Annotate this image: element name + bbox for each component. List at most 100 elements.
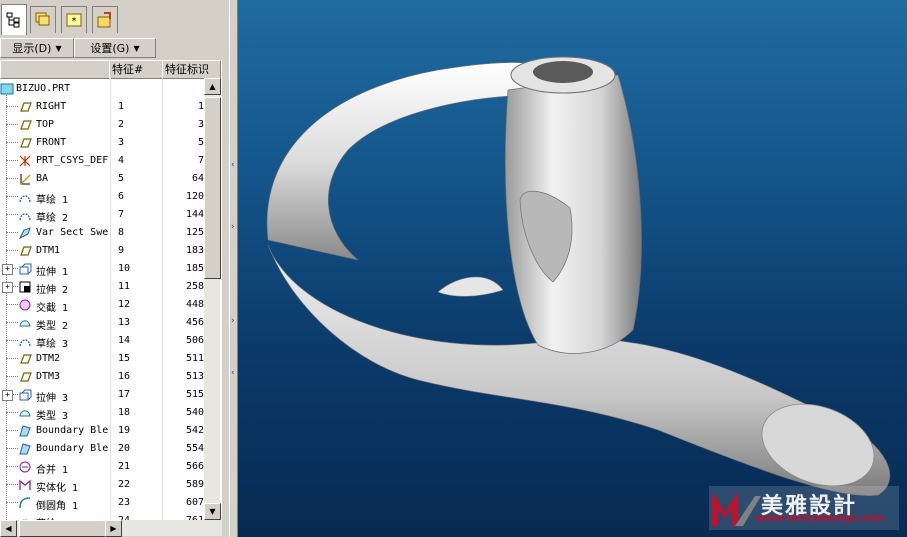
tree-connector	[6, 214, 18, 215]
graphics-viewport[interactable]	[238, 0, 907, 537]
feature-number: 1	[118, 101, 125, 112]
tree-row[interactable]: Boundary Ble 19 542	[0, 422, 222, 440]
extrude-solid-icon	[18, 280, 32, 294]
tab-layers[interactable]	[30, 6, 56, 33]
boundary-blend-icon	[19, 425, 31, 437]
feature-name: DTM1	[36, 245, 61, 256]
feature-name: PRT_CSYS_DEF	[36, 155, 108, 166]
expand-icon[interactable]: +	[2, 282, 13, 293]
tree-connector	[6, 232, 18, 233]
tree-row[interactable]: BIZUO.PRT	[0, 80, 222, 98]
tree-name-column[interactable]	[0, 60, 110, 79]
round-icon	[19, 497, 31, 509]
feature-id-column[interactable]: 特征标识	[162, 60, 221, 79]
tree-vertical-scrollbar[interactable]: ▲ ▼	[204, 78, 221, 520]
tree-menu-bar: 显示(D) ▼ 设置(G) ▼	[0, 38, 229, 58]
tab-favorites[interactable]: *	[61, 6, 87, 33]
expand-icon[interactable]: +	[2, 264, 13, 275]
tree-row[interactable]: Boundary Ble 20 554	[0, 440, 222, 458]
sketch-icon	[18, 334, 32, 348]
csys-icon	[18, 154, 32, 168]
expand-icon[interactable]: +	[2, 390, 13, 401]
chevron-down-icon: ▼	[55, 43, 62, 53]
show-menu-button[interactable]: 显示(D) ▼	[0, 38, 74, 58]
datum-plane-icon	[20, 138, 32, 148]
feature-name: 草绘 2	[36, 213, 69, 224]
feature-id: 542	[185, 425, 204, 436]
boundary-blend-icon	[18, 442, 32, 456]
feature-number: 13	[118, 317, 131, 328]
feature-name: 类型 3	[36, 411, 69, 422]
settings-menu-button[interactable]: 设置(G) ▼	[74, 38, 156, 58]
tree-row[interactable]: DTM3 16 513	[0, 368, 222, 386]
panel-splitter[interactable]: ‹ › › ‹	[229, 0, 238, 537]
tree-row[interactable]: 草绘 2 7 144	[0, 206, 222, 224]
tree-connector	[6, 430, 18, 431]
feature-id: 448	[185, 299, 204, 310]
tree-connector	[6, 484, 18, 485]
scroll-down-button[interactable]: ▼	[204, 503, 221, 520]
feature-number: 9	[118, 245, 125, 256]
expand-right-icon[interactable]: ›	[231, 316, 237, 326]
scroll-right-button[interactable]: ▶	[105, 520, 122, 537]
feature-number: 19	[118, 425, 131, 436]
tree-row[interactable]: 倒圆角 1 23 607	[0, 494, 222, 512]
tree-row[interactable]: 类型 2 13 456	[0, 314, 222, 332]
tree-row[interactable]: 草绘 3 14 506	[0, 332, 222, 350]
tree-row[interactable]: DTM1 9 183	[0, 242, 222, 260]
tree-row[interactable]: 草绘 1 6 120	[0, 188, 222, 206]
feature-number: 16	[118, 371, 131, 382]
tab-model-tree[interactable]	[1, 4, 27, 35]
feature-name: DTM2	[36, 353, 61, 364]
tree-connector	[6, 322, 18, 323]
feature-id: 3	[197, 119, 204, 130]
tree-row[interactable]: BA 5 64	[0, 170, 222, 188]
feature-num-column[interactable]: 特征#	[109, 60, 163, 79]
feature-id: 144	[185, 209, 204, 220]
feature-id: 589	[185, 479, 204, 490]
sketch-icon	[19, 213, 31, 221]
datum-plane-icon	[20, 102, 32, 112]
datum-axis-icon	[18, 172, 32, 186]
scroll-up-button[interactable]: ▲	[204, 78, 221, 95]
tree-row[interactable]: 实体化 1 22 589	[0, 476, 222, 494]
tree-row[interactable]: TOP 2 3	[0, 116, 222, 134]
datum-plane-icon	[20, 354, 32, 364]
datum-plane-icon	[18, 352, 32, 366]
feature-name: BIZUO.PRT	[16, 83, 71, 94]
tree-row[interactable]: DTM2 15 511	[0, 350, 222, 368]
tree-connector	[6, 358, 18, 359]
tree-row[interactable]: FRONT 3 5	[0, 134, 222, 152]
boundary-blend-icon	[18, 424, 32, 438]
tree-row[interactable]: 合并 1 21 566	[0, 458, 222, 476]
tree-row[interactable]: Var Sect Swe 8 125	[0, 224, 222, 242]
feature-id: 1	[197, 101, 204, 112]
tree-row[interactable]: 草绘 424761	[0, 512, 222, 520]
tree-row[interactable]: RIGHT 1 1	[0, 98, 222, 116]
round-icon	[18, 496, 32, 510]
scroll-thumb[interactable]	[204, 97, 221, 279]
tree-horizontal-scrollbar[interactable]: ◀ ▶	[0, 520, 222, 537]
tree-connector	[6, 160, 18, 161]
feature-id: 5	[197, 137, 204, 148]
expand-right-icon[interactable]: ›	[231, 222, 237, 232]
sweep-icon	[18, 226, 32, 240]
collapse-left-icon[interactable]: ‹	[231, 160, 237, 170]
tab-folder-browser[interactable]	[92, 6, 118, 33]
feature-id: 183	[185, 245, 204, 256]
tree-row[interactable]: + 拉伸 3 17 515	[0, 386, 222, 404]
scroll-left-button[interactable]: ◀	[0, 520, 17, 537]
tree-connector	[6, 448, 18, 449]
collapse-left-icon[interactable]: ‹	[231, 368, 237, 378]
settings-menu-label: 设置(G)	[90, 42, 130, 55]
tree-row[interactable]: 类型 3 18 540	[0, 404, 222, 422]
feature-number: 22	[118, 479, 131, 490]
tree-row[interactable]: 交截 1 12 448	[0, 296, 222, 314]
feature-id: 506	[185, 335, 204, 346]
tree-connector	[6, 142, 18, 143]
tree-row[interactable]: PRT_CSYS_DEF 4 7	[0, 152, 222, 170]
tree-row[interactable]: + 拉伸 1 10 185	[0, 260, 222, 278]
tree-row[interactable]: + 拉伸 2 11 258	[0, 278, 222, 296]
tree-connector	[6, 502, 18, 503]
feature-name: BA	[36, 173, 49, 184]
